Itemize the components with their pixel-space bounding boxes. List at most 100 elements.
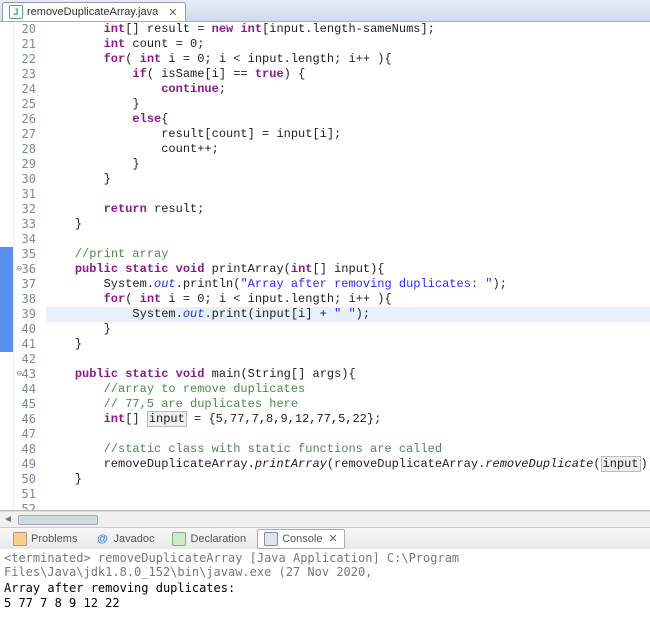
fold-icon[interactable]: ⊖: [13, 265, 22, 274]
code-line[interactable]: [46, 352, 650, 367]
code-line[interactable]: [46, 232, 650, 247]
code-line[interactable]: }: [46, 157, 650, 172]
line-number: 31: [14, 187, 36, 202]
code-line[interactable]: }: [46, 217, 650, 232]
code-editor[interactable]: int[] result = new int[input.length-same…: [42, 22, 650, 510]
marker: [0, 457, 13, 472]
line-number: 25: [14, 97, 36, 112]
fold-icon[interactable]: ⊖: [13, 370, 22, 379]
line-number: 44: [14, 382, 36, 397]
line-number: 24: [14, 82, 36, 97]
code-line[interactable]: continue;: [46, 82, 650, 97]
code-line[interactable]: int[] result = new int[input.length-same…: [46, 22, 650, 37]
code-line[interactable]: System.out.println("Array after removing…: [46, 277, 650, 292]
code-line[interactable]: public static void main(String[] args){: [46, 367, 650, 382]
line-number: 48: [14, 442, 36, 457]
code-line[interactable]: int[] input = {5,77,7,8,9,12,77,5,22};: [46, 412, 650, 427]
editor-tab[interactable]: J removeDuplicateArray.java ✕: [2, 2, 186, 21]
code-line[interactable]: for( int i = 0; i < input.length; i++ ){: [46, 52, 650, 67]
code-line[interactable]: }: [46, 322, 650, 337]
tab-javadoc[interactable]: @ Javadoc: [88, 529, 161, 549]
line-number: 50: [14, 472, 36, 487]
line-number: 38: [14, 292, 36, 307]
marker: [0, 277, 13, 292]
marker: [0, 22, 13, 37]
marker: [0, 232, 13, 247]
line-number: 30: [14, 172, 36, 187]
line-number: 34: [14, 232, 36, 247]
code-line[interactable]: }: [46, 337, 650, 352]
java-file-icon: J: [9, 5, 23, 19]
line-number: 39: [14, 307, 36, 322]
scroll-thumb[interactable]: [18, 515, 98, 525]
code-line[interactable]: }: [46, 97, 650, 112]
marker: [0, 142, 13, 157]
code-line[interactable]: //print array: [46, 247, 650, 262]
tab-label: Problems: [31, 533, 77, 545]
marker: [0, 172, 13, 187]
code-line[interactable]: }: [46, 472, 650, 487]
problems-icon: [13, 532, 27, 546]
line-number: 46: [14, 412, 36, 427]
line-number: 23: [14, 67, 36, 82]
marker: [0, 157, 13, 172]
code-line[interactable]: int count = 0;: [46, 37, 650, 52]
code-line[interactable]: //static class with static functions are…: [46, 442, 650, 457]
marker: [0, 247, 13, 262]
code-line[interactable]: count++;: [46, 142, 650, 157]
code-line[interactable]: [46, 187, 650, 202]
code-line[interactable]: return result;: [46, 202, 650, 217]
marker: [0, 307, 13, 322]
scroll-left-icon[interactable]: ◄: [0, 514, 16, 525]
code-line[interactable]: public static void printArray(int[] inpu…: [46, 262, 650, 277]
tab-console[interactable]: Console ✕: [257, 529, 345, 549]
code-line[interactable]: if( isSame[i] == true) {: [46, 67, 650, 82]
line-number: 20: [14, 22, 36, 37]
code-line[interactable]: [46, 502, 650, 510]
marker: [0, 202, 13, 217]
tab-label: Javadoc: [113, 533, 154, 545]
code-line[interactable]: }: [46, 172, 650, 187]
code-line[interactable]: [46, 427, 650, 442]
line-number: 33: [14, 217, 36, 232]
console-output-line: Array after removing duplicates:: [4, 581, 646, 596]
tab-declaration[interactable]: Declaration: [165, 529, 253, 549]
marker: [0, 187, 13, 202]
line-number: 43⊖: [14, 367, 36, 382]
marker: [0, 502, 13, 511]
marker: [0, 112, 13, 127]
marker: [0, 322, 13, 337]
tab-label: Declaration: [190, 533, 246, 545]
line-number: 51: [14, 487, 36, 502]
marker: [0, 412, 13, 427]
code-line[interactable]: for( int i = 0; i < input.length; i++ ){: [46, 292, 650, 307]
tab-label: Console: [282, 533, 322, 545]
close-icon[interactable]: ✕: [328, 532, 337, 545]
line-number: 22: [14, 52, 36, 67]
marker: [0, 382, 13, 397]
code-line[interactable]: System.out.print(input[i] + " ");: [46, 307, 650, 322]
tab-problems[interactable]: Problems: [6, 529, 84, 549]
line-number: 47: [14, 427, 36, 442]
bottom-view-tabs: Problems @ Javadoc Declaration Console ✕: [0, 527, 650, 549]
line-number: 35: [14, 247, 36, 262]
line-number: 49: [14, 457, 36, 472]
code-line[interactable]: result[count] = input[i];: [46, 127, 650, 142]
close-icon[interactable]: ✕: [168, 6, 177, 19]
code-line[interactable]: removeDuplicateArray.printArray(removeDu…: [46, 457, 650, 472]
console-view: <terminated> removeDuplicateArray [Java …: [0, 549, 650, 617]
editor-tab-label: removeDuplicateArray.java: [27, 6, 158, 18]
code-line[interactable]: // 77,5 are duplicates here: [46, 397, 650, 412]
code-line[interactable]: [46, 487, 650, 502]
horizontal-scrollbar[interactable]: ◄: [0, 511, 650, 527]
line-number: 26: [14, 112, 36, 127]
line-number: 36⊖: [14, 262, 36, 277]
console-output-line: 5 77 7 8 9 12 22: [4, 596, 646, 611]
marker: [0, 352, 13, 367]
line-number: 42: [14, 352, 36, 367]
console-header: <terminated> removeDuplicateArray [Java …: [4, 551, 646, 579]
code-line[interactable]: else{: [46, 112, 650, 127]
marker: [0, 487, 13, 502]
code-line[interactable]: //array to remove duplicates: [46, 382, 650, 397]
marker: [0, 427, 13, 442]
